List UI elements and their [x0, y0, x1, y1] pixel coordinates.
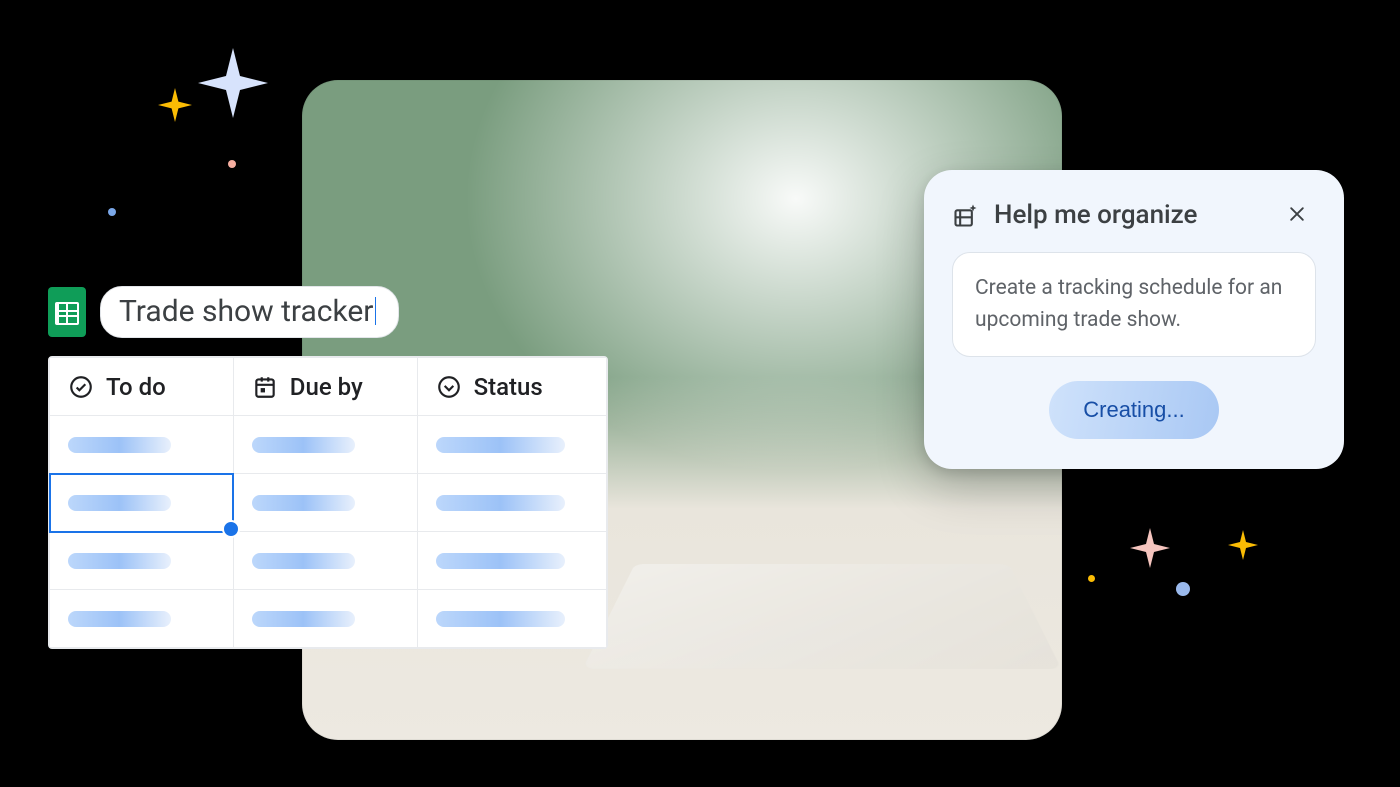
sparkle-icon: [1228, 530, 1258, 560]
sparkle-icon: [198, 48, 268, 118]
cell[interactable]: [417, 474, 606, 532]
calendar-icon: [252, 374, 278, 400]
placeholder-pill: [252, 495, 355, 511]
column-header-label: Status: [474, 373, 543, 401]
column-header-label: To do: [106, 373, 166, 401]
help-me-organize-panel: Help me organize Create a tracking sched…: [924, 170, 1344, 469]
close-button[interactable]: [1278, 196, 1316, 234]
cell[interactable]: [233, 416, 417, 474]
placeholder-pill: [68, 611, 171, 627]
cell[interactable]: [50, 416, 234, 474]
placeholder-pill: [252, 611, 355, 627]
placeholder-pill: [68, 553, 171, 569]
cell[interactable]: [417, 532, 606, 590]
column-header-todo[interactable]: To do: [50, 358, 234, 416]
cell[interactable]: [233, 474, 417, 532]
cell[interactable]: [233, 532, 417, 590]
dropdown-circle-icon: [436, 374, 462, 400]
placeholder-pill: [252, 437, 355, 453]
document-title-input[interactable]: Trade show tracker: [100, 286, 399, 338]
column-header-label: Due by: [290, 373, 363, 401]
placeholder-pill: [436, 611, 566, 627]
cell[interactable]: [417, 416, 606, 474]
decorative-dot: [108, 208, 116, 216]
check-circle-icon: [68, 374, 94, 400]
create-button[interactable]: Creating...: [1049, 381, 1219, 439]
prompt-text: Create a tracking schedule for an upcomi…: [975, 276, 1282, 332]
decorative-dot: [1176, 582, 1190, 596]
cell[interactable]: [50, 532, 234, 590]
spreadsheet-table[interactable]: To do Due by Status: [48, 356, 608, 649]
decorative-dot: [1088, 575, 1095, 582]
cell[interactable]: [233, 590, 417, 648]
column-header-dueby[interactable]: Due by: [233, 358, 417, 416]
column-header-status[interactable]: Status: [417, 358, 606, 416]
panel-title: Help me organize: [994, 200, 1264, 230]
document-title-text: Trade show tracker: [119, 294, 373, 329]
decorative-dot: [228, 160, 236, 168]
placeholder-pill: [68, 437, 171, 453]
sheets-logo-icon: [48, 287, 86, 337]
placeholder-pill: [436, 437, 566, 453]
create-button-label: Creating...: [1083, 397, 1185, 422]
close-icon: [1287, 204, 1307, 227]
prompt-input[interactable]: Create a tracking schedule for an upcomi…: [952, 252, 1316, 357]
cell[interactable]: [417, 590, 606, 648]
spreadsheet-overlay: Trade show tracker To do Due by: [48, 286, 608, 649]
cell-selected[interactable]: [50, 474, 234, 532]
organize-sparkle-icon: [952, 201, 980, 229]
placeholder-pill: [436, 495, 566, 511]
placeholder-pill: [436, 553, 566, 569]
sparkle-icon: [158, 88, 192, 122]
sparkle-icon: [1130, 528, 1170, 568]
cell[interactable]: [50, 590, 234, 648]
placeholder-pill: [68, 495, 171, 511]
placeholder-pill: [252, 553, 355, 569]
